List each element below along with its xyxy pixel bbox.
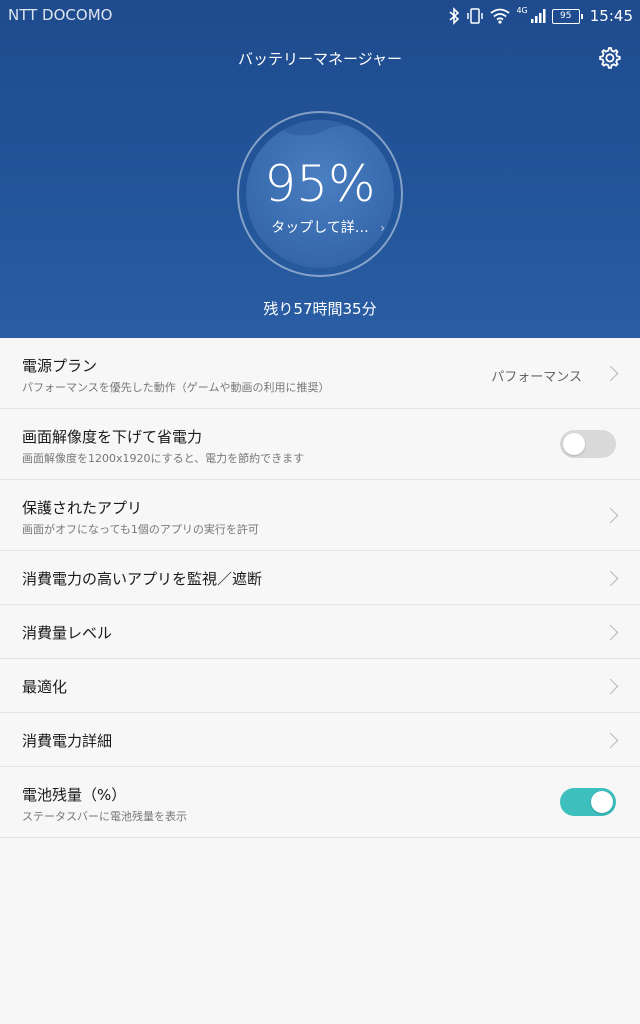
chevron-right-icon	[602, 678, 619, 695]
row-title: 消費量レベル	[22, 624, 113, 642]
toggle-knob	[591, 791, 613, 813]
row-title: 消費電力の高いアプリを監視／遮断	[22, 570, 263, 588]
row-title: 保護されたアプリ	[22, 499, 143, 517]
optimize-row[interactable]: 最適化	[0, 659, 640, 713]
row-title: 電池残量（%）	[22, 786, 127, 804]
gear-icon[interactable]	[596, 45, 622, 71]
chevron-right-icon	[602, 624, 619, 641]
reduce-resolution-toggle[interactable]	[560, 430, 616, 458]
battery-percentage-toggle[interactable]	[560, 788, 616, 816]
settings-list: 電源プラン パフォーマンスを優先した動作（ゲームや動画の利用に推奨） パフォーマ…	[0, 338, 640, 838]
row-subtitle: 画面解像度を1200x1920にすると、電力を節約できます	[22, 452, 305, 465]
power-details-row[interactable]: 消費電力詳細	[0, 713, 640, 767]
toggle-knob	[563, 433, 585, 455]
row-subtitle: パフォーマンスを優先した動作（ゲームや動画の利用に推奨）	[22, 381, 330, 394]
page-title: バッテリーマネージャー	[238, 50, 402, 68]
chevron-right-icon	[602, 570, 619, 587]
wifi-icon	[490, 8, 511, 24]
monitor-high-power-apps-row[interactable]: 消費電力の高いアプリを監視／遮断	[0, 551, 640, 605]
row-title: 画面解像度を下げて省電力	[22, 428, 203, 446]
carrier-name: NTT DOCOMO	[8, 6, 113, 24]
battery-level-circle[interactable]: 95% タップして詳… ›	[237, 111, 403, 277]
status-bar: NTT DOCOMO 4G 95 15:45	[0, 0, 640, 32]
chevron-right-icon	[602, 732, 619, 749]
battery-percent: 95%	[264, 155, 376, 213]
row-title: 電源プラン	[22, 357, 98, 375]
vibrate-icon	[467, 8, 484, 24]
clock: 15:45	[589, 7, 633, 25]
row-title: 最適化	[22, 678, 68, 696]
row-title: 消費電力詳細	[22, 732, 113, 750]
remaining-time: 残り57時間35分	[263, 300, 377, 318]
battery-percentage-row[interactable]: 電池残量（%） ステータスバーに電池残量を表示	[0, 767, 640, 838]
row-subtitle: ステータスバーに電池残量を表示	[22, 810, 187, 823]
consumption-level-row[interactable]: 消費量レベル	[0, 605, 640, 659]
protected-apps-row[interactable]: 保護されたアプリ 画面がオフになっても1個のアプリの実行を許可	[0, 480, 640, 551]
tap-for-details: タップして詳…	[271, 220, 369, 236]
power-plan-row[interactable]: 電源プラン パフォーマンスを優先した動作（ゲームや動画の利用に推奨） パフォーマ…	[0, 338, 640, 409]
signal-icon	[530, 9, 546, 23]
reduce-resolution-row[interactable]: 画面解像度を下げて省電力 画面解像度を1200x1920にすると、電力を節約でき…	[0, 409, 640, 480]
battery-icon: 95	[551, 8, 583, 24]
power-plan-value: パフォーマンス	[491, 370, 582, 385]
row-subtitle: 画面がオフになっても1個のアプリの実行を許可	[22, 523, 259, 536]
network-type: 4G	[516, 5, 528, 15]
chevron-right-icon	[602, 365, 619, 382]
chevron-right-icon: ›	[380, 221, 385, 235]
battery-header: NTT DOCOMO 4G 95 15:45 バッテリーマネージャー 95% タ…	[0, 0, 640, 338]
chevron-right-icon	[602, 507, 619, 524]
bluetooth-icon	[449, 7, 460, 25]
status-icons: 4G 95 15:45	[448, 5, 633, 27]
